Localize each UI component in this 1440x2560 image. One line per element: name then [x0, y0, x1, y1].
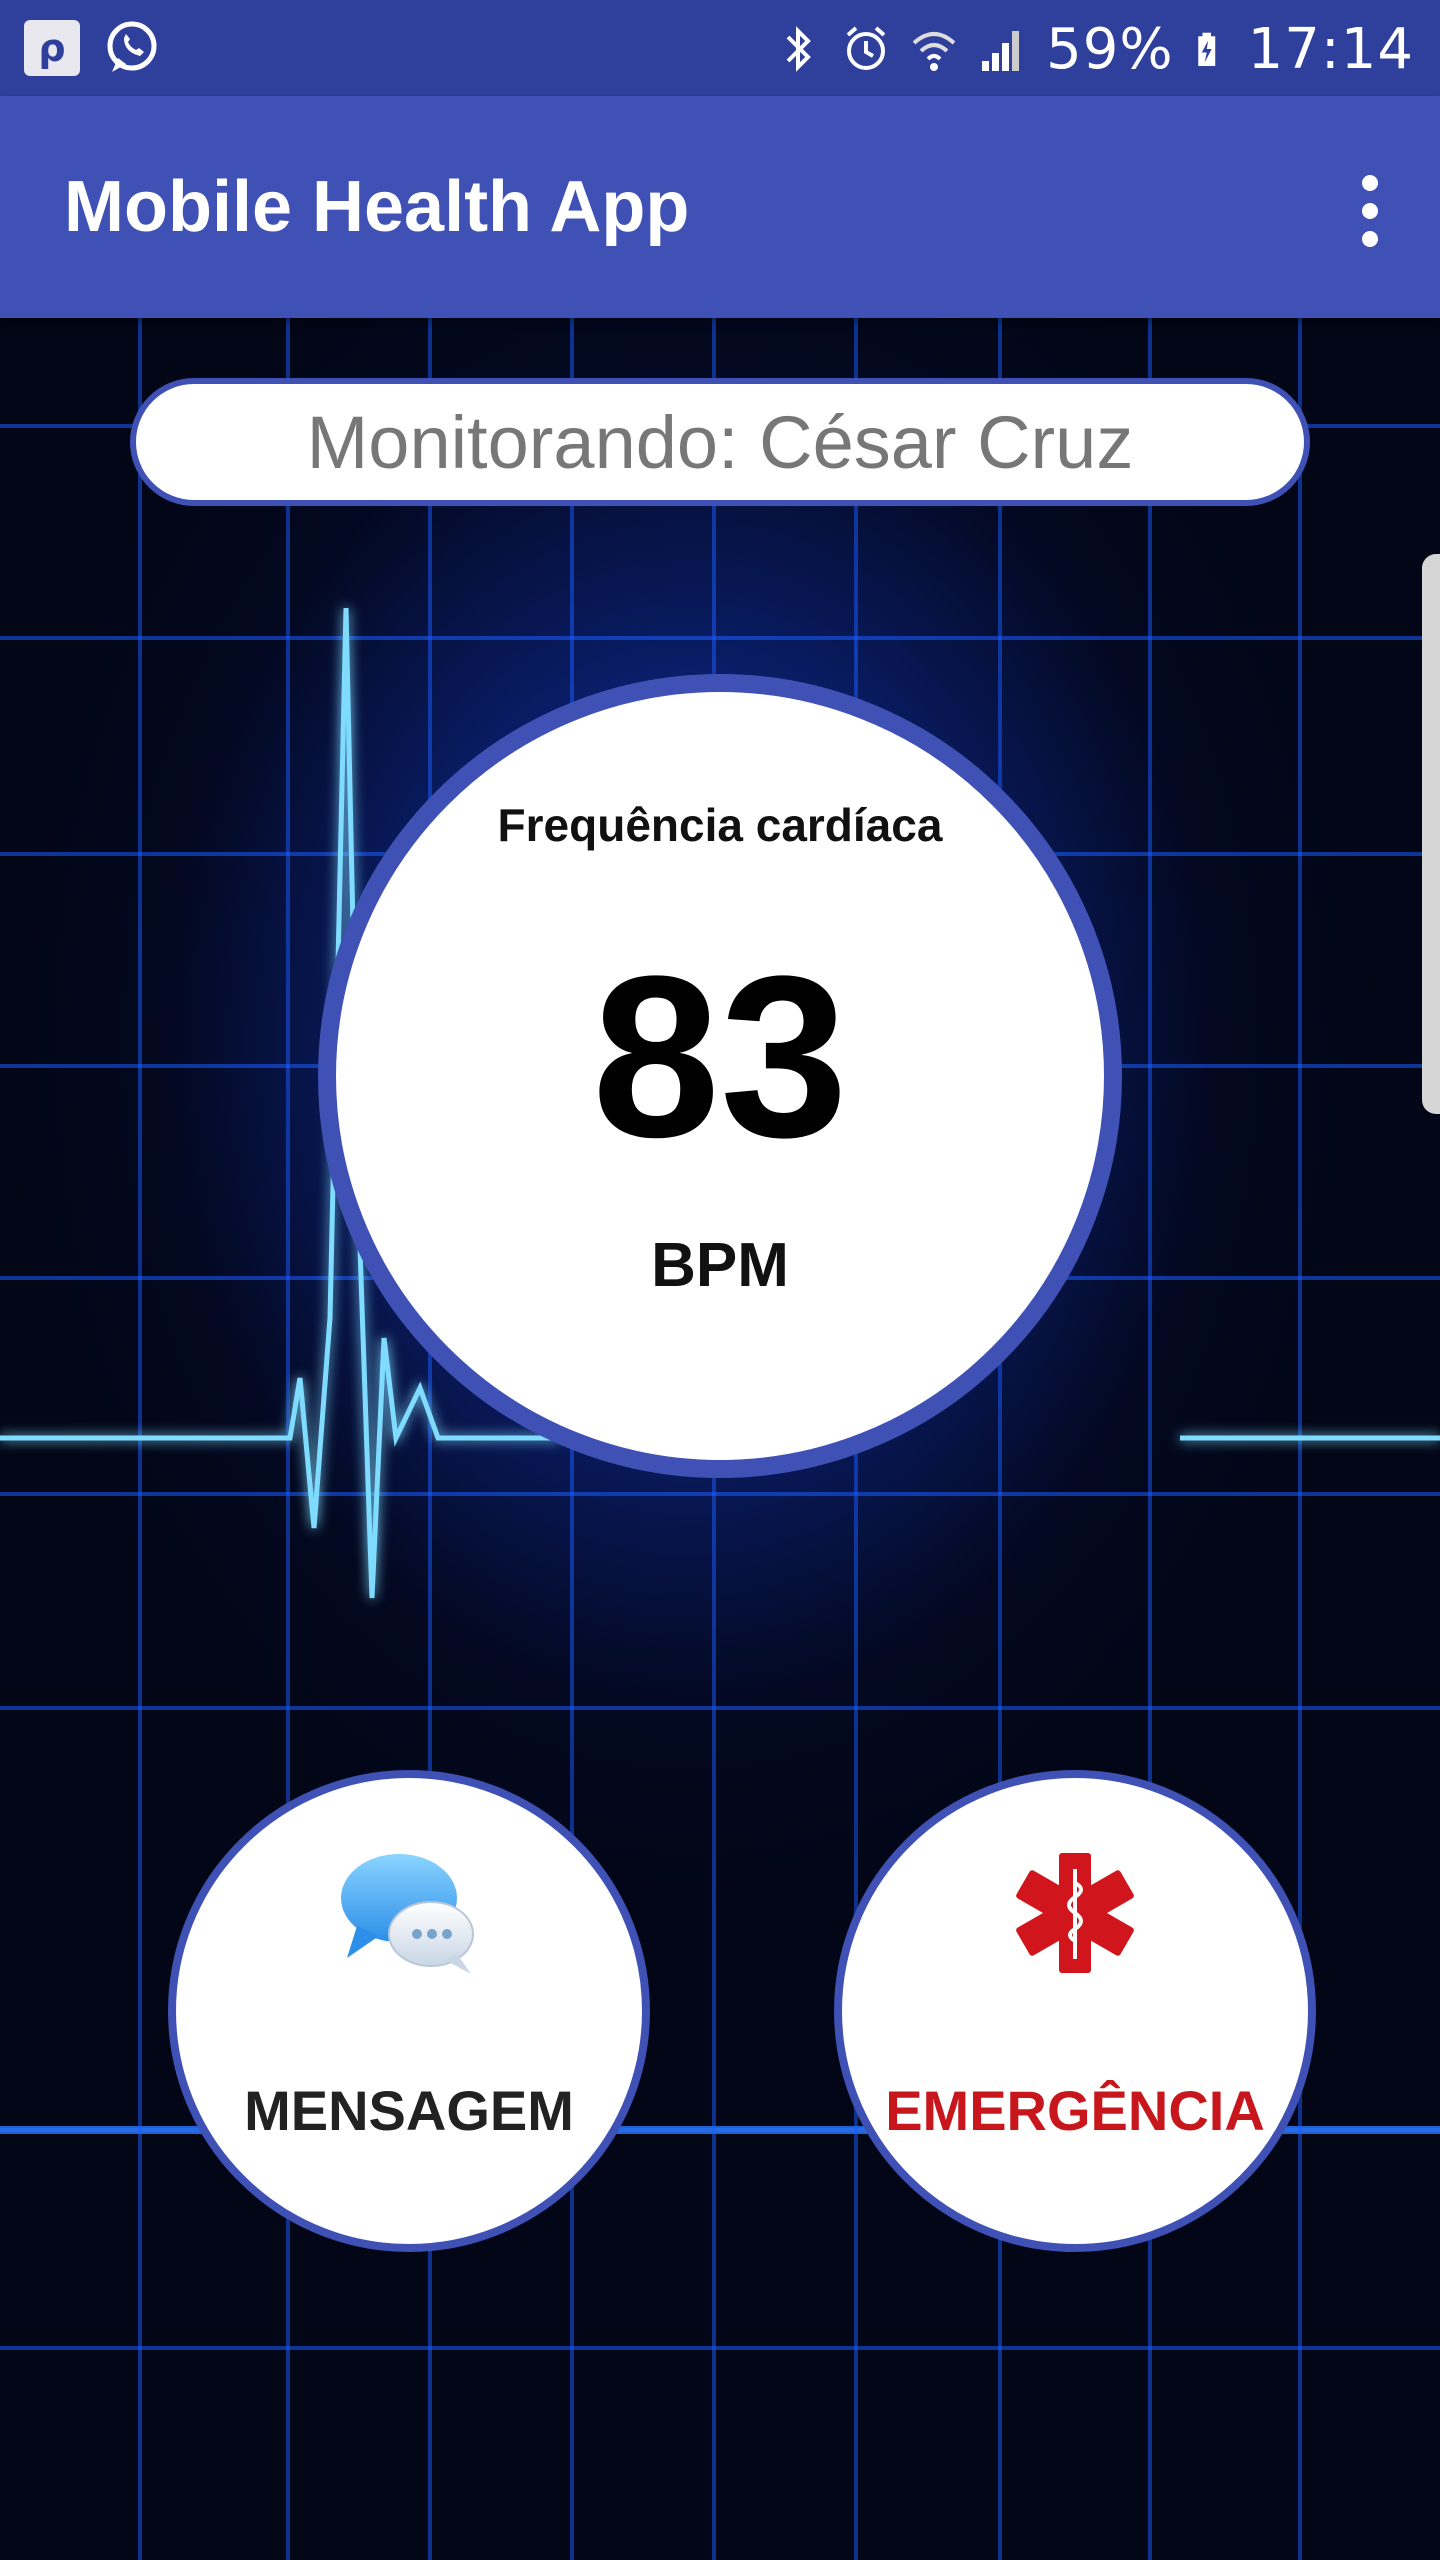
battery-percent: 59%: [1046, 16, 1174, 82]
bluetooth-icon: [786, 26, 811, 72]
chat-bubbles-icon: [341, 1854, 474, 1974]
monitor-screen: Monitorando: César Cruz Frequência cardí…: [0, 318, 1440, 2560]
heart-rate-unit: BPM: [651, 1231, 789, 1300]
emergency-button-label: EMERGÊNCIA: [885, 2079, 1265, 2142]
app-title: Mobile Health App: [64, 167, 690, 247]
overflow-menu-icon[interactable]: [1340, 166, 1400, 256]
clock: 17:14: [1247, 16, 1414, 82]
patient-banner: Monitorando: César Cruz: [130, 378, 1310, 506]
status-bar: ρ 59% 17:14: [0, 0, 1440, 96]
heart-rate-label: Frequência cardíaca: [497, 799, 943, 851]
menu-dot: [1362, 203, 1378, 219]
message-button-label: MENSAGEM: [244, 2079, 574, 2142]
emergency-button[interactable]: EMERGÊNCIA: [834, 1770, 1316, 2252]
menu-dot: [1362, 231, 1378, 247]
signal-icon: [982, 31, 1020, 71]
patient-label: Monitorando: César Cruz: [306, 400, 1134, 484]
menu-dot: [1362, 175, 1378, 191]
wifi-icon: [912, 32, 956, 71]
heart-rate-value: 83: [592, 928, 848, 1185]
message-button[interactable]: MENSAGEM: [168, 1770, 650, 2252]
status-bar-notifications: ρ: [24, 18, 162, 78]
star-of-life-icon: [1016, 1853, 1134, 1973]
app-bar: Mobile Health App: [0, 96, 1440, 318]
alarm-icon: [846, 26, 886, 70]
status-bar-system: 59% 17:14: [774, 14, 1414, 84]
heart-rate-display: Frequência cardíaca 83 BPM: [318, 674, 1122, 1478]
whatsapp-icon: [107, 21, 157, 72]
app-notification-icon: ρ: [24, 20, 80, 76]
battery-charging-icon: [1197, 32, 1215, 66]
edge-panel-handle[interactable]: [1422, 554, 1440, 1114]
